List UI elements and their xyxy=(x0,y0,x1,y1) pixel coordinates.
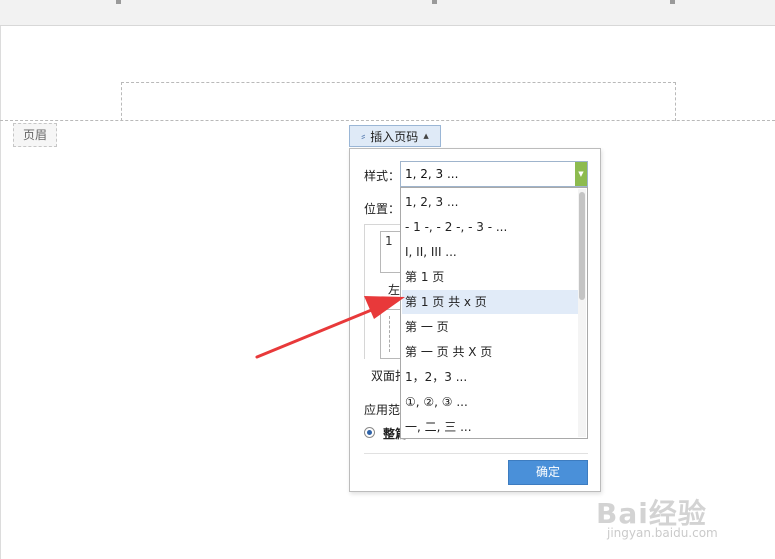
arrow-shaft xyxy=(255,307,376,359)
watermark-url: jingyan.baidu.com xyxy=(607,526,718,540)
arrow-head xyxy=(364,296,405,319)
annotation-arrow xyxy=(255,296,405,359)
